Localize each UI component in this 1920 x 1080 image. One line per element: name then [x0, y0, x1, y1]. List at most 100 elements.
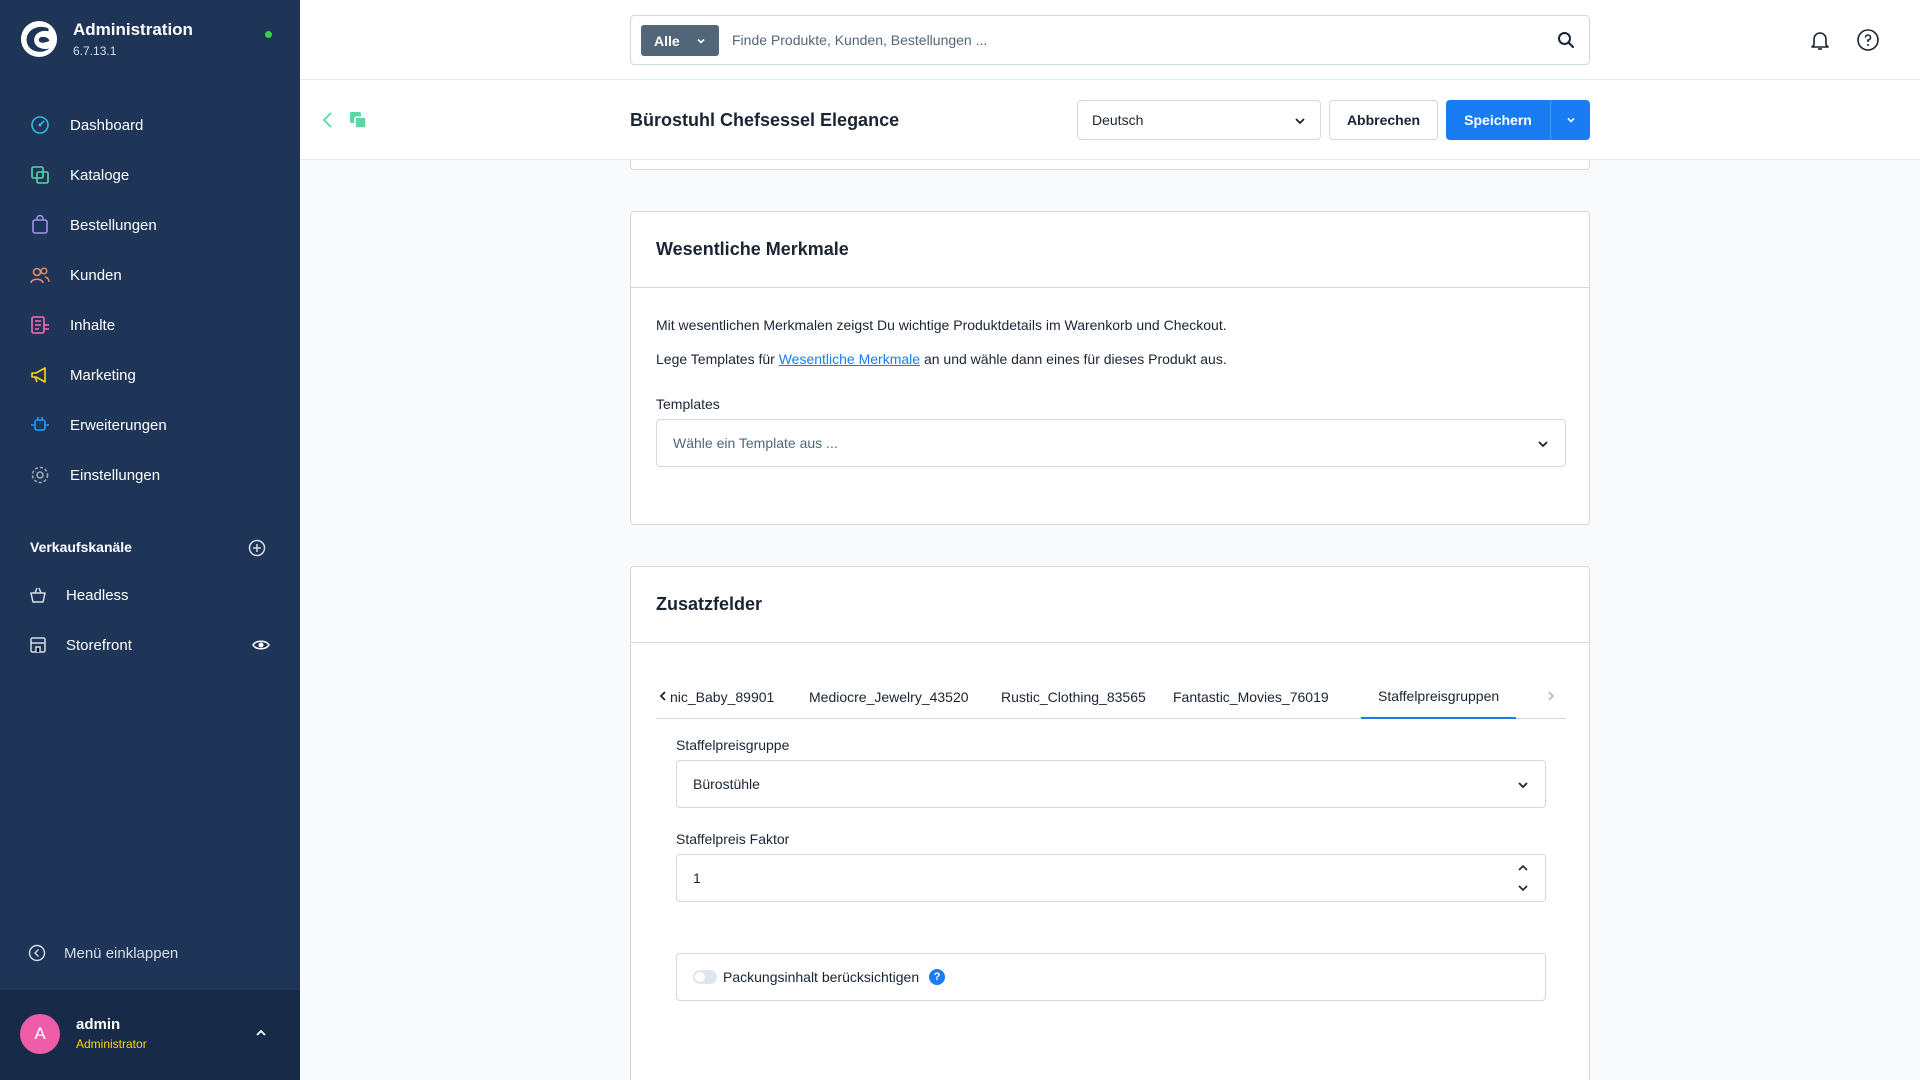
add-sales-channel-icon[interactable] — [248, 539, 266, 557]
help-icon[interactable]: ? — [929, 969, 946, 985]
language-value: Deutsch — [1092, 112, 1144, 128]
nav-label: Dashboard — [70, 116, 144, 134]
nav-label: Erweiterungen — [70, 416, 167, 434]
pack-content-toggle[interactable] — [693, 970, 717, 984]
custom-fields-tabs: nic_Baby_89901 Mediocre_Jewelry_43520 Ru… — [656, 675, 1566, 719]
card-title: Wesentliche Merkmale — [631, 212, 1589, 288]
essential-description: Mit wesentlichen Merkmalen zeigst Du wic… — [656, 317, 1227, 333]
tab-custom-field-set[interactable]: Mediocre_Jewelry_43520 — [809, 675, 969, 719]
user-name: admin — [76, 1016, 121, 1033]
card-title: Zusatzfelder — [631, 567, 1589, 643]
chevron-right-icon[interactable] — [1544, 689, 1558, 703]
brand[interactable]: Administration 6.7.13.1 — [20, 20, 193, 58]
nav-label: Kataloge — [70, 166, 130, 184]
tier-price-factor-input[interactable]: 1 — [676, 854, 1546, 902]
save-button-label: Speichern — [1464, 112, 1532, 128]
cancel-button[interactable]: Abbrechen — [1329, 100, 1438, 140]
templates-label: Templates — [656, 396, 720, 412]
essential-characteristics-card: Wesentliche Merkmale Mit wesentlichen Me… — [630, 211, 1590, 525]
collapse-menu-label: Menü einklappen — [64, 944, 179, 962]
user-menu[interactable]: A admin Administrator — [0, 990, 300, 1080]
tab-custom-field-set[interactable]: Rustic_Clothing_83565 — [1001, 675, 1146, 719]
content-icon — [28, 313, 52, 337]
chevron-left-icon[interactable] — [656, 689, 670, 703]
basket-icon — [28, 585, 48, 605]
nav-item-dashboard[interactable]: Dashboard — [0, 100, 300, 150]
essential-hint-suffix: an und wähle dann eines für dieses Produ… — [923, 351, 1227, 367]
save-options-toggle[interactable] — [1550, 100, 1590, 140]
top-header: Alle — [300, 0, 1920, 80]
sales-channel-storefront[interactable]: Storefront — [0, 623, 300, 667]
plug-icon — [28, 413, 52, 437]
megaphone-icon — [28, 363, 52, 387]
essential-hint-prefix: Lege Templates für — [656, 351, 775, 367]
smart-bar: Bürostuhl Chefsessel Elegance Deutsch Ab… — [300, 80, 1920, 160]
tier-price-group-label: Staffelpreisgruppe — [676, 737, 790, 753]
decrement-icon[interactable] — [1517, 883, 1529, 893]
app-title: Administration — [73, 20, 193, 39]
dashboard-icon — [28, 113, 52, 137]
help-icon[interactable] — [1856, 28, 1880, 52]
tab-custom-field-set[interactable]: Fantastic_Movies_76019 — [1173, 675, 1329, 719]
templates-select[interactable]: Wähle ein Template aus ... — [656, 419, 1566, 467]
tab-staffelpreisgruppen[interactable]: Staffelpreisgruppen — [1361, 675, 1517, 719]
collapse-menu-button[interactable]: Menü einklappen — [28, 944, 178, 962]
chevron-down-icon — [1538, 441, 1548, 448]
templates-placeholder: Wähle ein Template aus ... — [673, 435, 838, 451]
avatar: A — [20, 1014, 60, 1054]
essential-characteristics-link[interactable]: Wesentliche Merkmale — [779, 351, 920, 367]
nav-label: Kunden — [70, 266, 122, 284]
tier-price-group-value: Bürostühle — [693, 776, 760, 792]
nav-item-catalogs[interactable]: Kataloge — [0, 150, 300, 200]
sales-channel-label: Storefront — [66, 636, 132, 654]
search-type-select[interactable]: Alle — [641, 25, 719, 56]
pack-content-label: Packungsinhalt berücksichtigen — [723, 969, 920, 985]
nav-item-content[interactable]: Inhalte — [0, 300, 300, 350]
status-indicator — [265, 31, 272, 38]
sidebar: Administration 6.7.13.1 Dashboard Katalo… — [0, 0, 300, 1080]
nav-label: Bestellungen — [70, 216, 157, 234]
language-select[interactable]: Deutsch — [1077, 100, 1321, 140]
nav-item-orders[interactable]: Bestellungen — [0, 200, 300, 250]
bell-icon[interactable] — [1808, 28, 1832, 52]
main-nav: Dashboard Kataloge Bestellungen Kunden I… — [0, 100, 300, 500]
nav-item-extensions[interactable]: Erweiterungen — [0, 400, 300, 450]
search-icon[interactable] — [1557, 31, 1575, 49]
page-title: Bürostuhl Chefsessel Elegance — [630, 110, 900, 130]
nav-label: Inhalte — [70, 316, 116, 334]
global-search: Alle — [630, 15, 1590, 65]
user-role: Administrator — [76, 1037, 147, 1051]
search-type-label: Alle — [654, 32, 680, 49]
storefront-icon — [28, 635, 48, 655]
users-icon — [28, 263, 52, 287]
search-input[interactable] — [732, 16, 1512, 64]
chevron-down-icon — [697, 38, 705, 44]
chevron-up-icon[interactable] — [254, 1026, 268, 1040]
sales-channel-label: Headless — [66, 586, 129, 604]
nav-item-marketing[interactable]: Marketing — [0, 350, 300, 400]
eye-icon[interactable] — [252, 637, 270, 653]
tier-price-group-select[interactable]: Bürostühle — [676, 760, 1546, 808]
tier-price-factor-value: 1 — [693, 870, 701, 886]
custom-fields-card: Zusatzfelder nic_Baby_89901 Mediocre_Jew… — [630, 566, 1590, 1080]
essential-hint: Lege Templates für Wesentliche Merkmale … — [656, 351, 1227, 367]
nav-label: Einstellungen — [70, 466, 161, 484]
tab-custom-field-set[interactable]: nic_Baby_89901 — [670, 675, 774, 719]
chevron-down-icon — [1566, 117, 1575, 123]
catalog-icon — [28, 163, 52, 187]
shopping-bag-icon — [28, 213, 52, 237]
nav-label: Marketing — [70, 366, 136, 384]
sales-channel-headless[interactable]: Headless — [0, 573, 300, 617]
chevron-down-icon — [1295, 118, 1305, 125]
increment-icon[interactable] — [1517, 863, 1529, 873]
nav-item-customers[interactable]: Kunden — [0, 250, 300, 300]
shopware-logo-icon — [20, 20, 58, 58]
nav-item-settings[interactable]: Einstellungen — [0, 450, 300, 500]
catalog-module-icon — [350, 112, 367, 129]
chevron-down-icon — [1518, 782, 1528, 789]
sales-channels-title: Verkaufskanäle — [30, 539, 132, 555]
back-arrow-icon[interactable] — [318, 110, 338, 130]
gear-icon — [28, 463, 52, 487]
save-button[interactable]: Speichern — [1446, 100, 1590, 140]
tier-price-factor-label: Staffelpreis Faktor — [676, 831, 790, 847]
